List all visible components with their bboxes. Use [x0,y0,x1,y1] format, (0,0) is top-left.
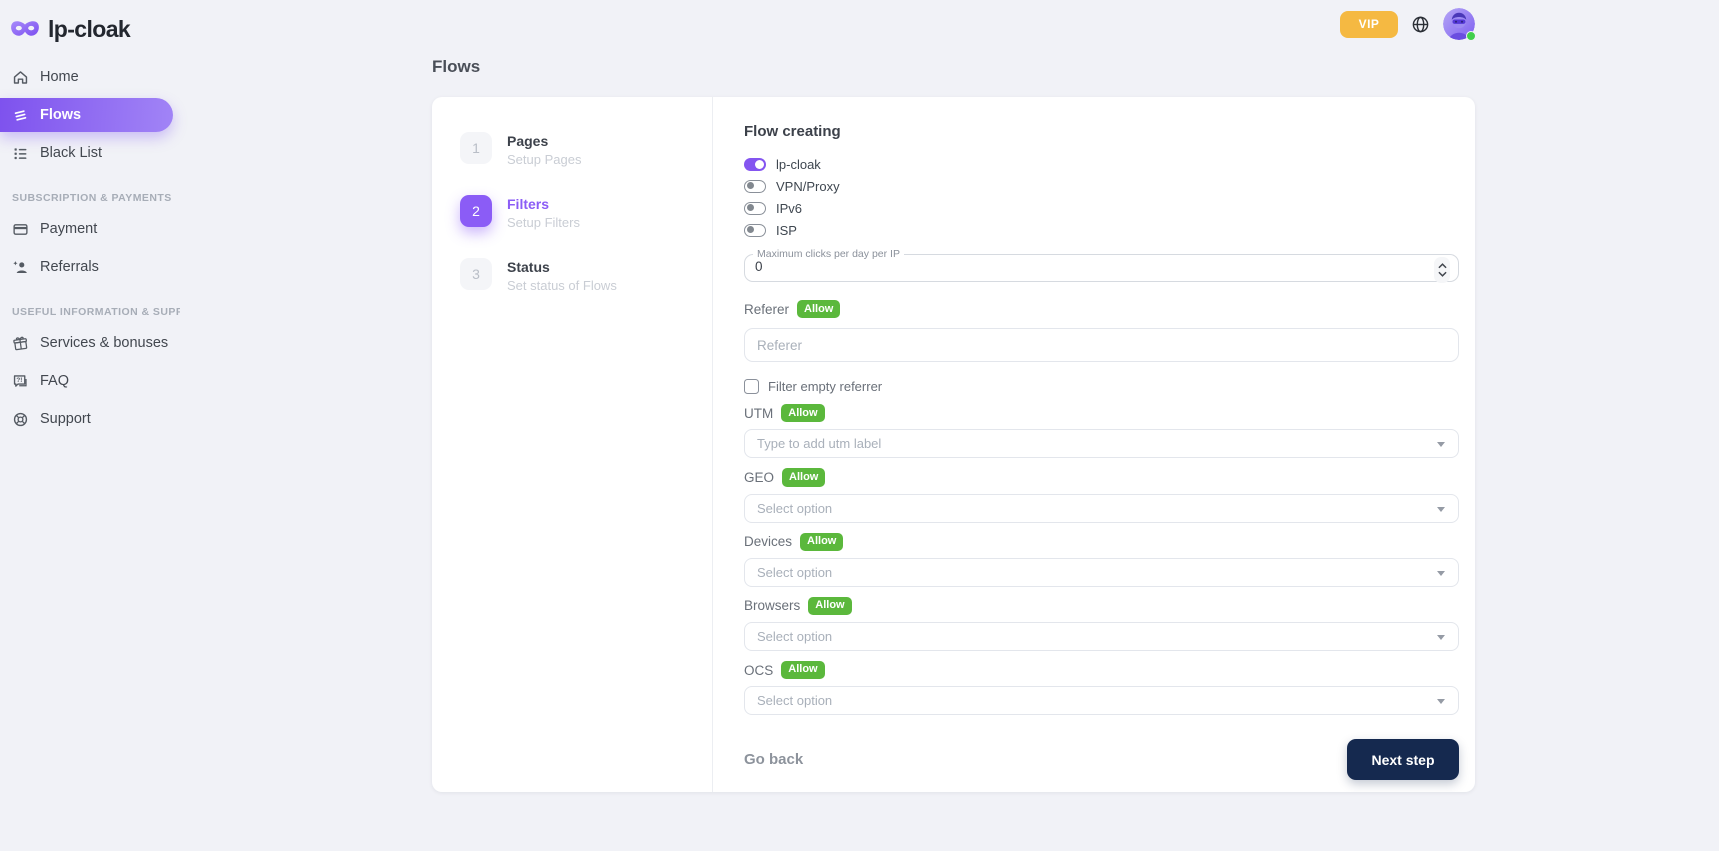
number-stepper[interactable] [1434,257,1450,283]
topbar: VIP [1340,8,1475,40]
person-add-icon [12,259,29,276]
mask-logo-icon [10,19,40,39]
sidebar-item-label: Referrals [40,259,99,275]
devices-allow-badge[interactable]: Allow [800,533,843,551]
dropdown-arrow-icon [1437,699,1445,704]
step-filters[interactable]: 2 Filters Setup Filters [460,195,692,230]
step-subtitle: Setup Filters [507,215,580,230]
sidebar-section-payments: SUBSCRIPTION & PAYMENTS [12,192,180,204]
toggle-label: ISP [776,223,797,238]
toggle-label: lp-cloak [776,157,821,172]
sidebar-item-faq[interactable]: ?! FAQ [0,364,190,398]
sidebar-item-payment[interactable]: Payment [0,212,190,246]
referer-input[interactable] [744,328,1459,362]
online-status-dot [1466,31,1476,41]
user-avatar[interactable] [1443,8,1475,40]
sidebar: lp-cloak Home Flows [0,0,190,440]
sidebar-item-black-list[interactable]: Black List [0,136,190,170]
lifebuoy-icon [12,411,29,428]
filter-empty-referrer-checkbox[interactable] [744,379,759,394]
sidebar-item-home[interactable]: Home [0,60,190,94]
step-subtitle: Set status of Flows [507,278,617,293]
language-globe-icon[interactable] [1411,15,1430,34]
ipv6-toggle[interactable] [744,202,766,215]
sidebar-item-label: Black List [40,145,102,161]
step-pages[interactable]: 1 Pages Setup Pages [460,132,692,167]
home-icon [12,69,29,86]
browsers-select[interactable]: Select option [744,622,1459,651]
sidebar-item-label: Support [40,411,91,427]
step-number: 1 [460,132,492,164]
sidebar-section-support: USEFUL INFORMATION & SUPPORT [12,306,180,318]
sidebar-item-label: Home [40,69,79,85]
dropdown-arrow-icon [1437,442,1445,447]
gift-icon [12,335,29,352]
list-icon [12,145,29,162]
max-clicks-input[interactable] [755,259,1379,274]
utm-label: UTM [744,406,773,421]
step-subtitle: Setup Pages [507,152,581,167]
vpn-proxy-toggle[interactable] [744,180,766,193]
step-status[interactable]: 3 Status Set status of Flows [460,258,692,293]
lp-cloak-toggle[interactable] [744,158,766,171]
steps-panel: 1 Pages Setup Pages 2 Filters Setup Filt… [432,97,713,792]
toggle-row-isp[interactable]: ISP [744,220,1459,240]
devices-label: Devices [744,534,792,549]
max-clicks-field: Maximum clicks per day per IP [744,248,1459,282]
toggle-label: VPN/Proxy [776,179,840,194]
dropdown-arrow-icon [1437,507,1445,512]
step-number: 3 [460,258,492,290]
toggle-row-ipv6[interactable]: IPv6 [744,198,1459,218]
dropdown-arrow-icon [1437,571,1445,576]
referer-label: Referer [744,302,789,317]
devices-select[interactable]: Select option [744,558,1459,587]
geo-label: GEO [744,470,774,485]
sidebar-item-referrals[interactable]: Referrals [0,250,190,284]
chevron-down-icon [1438,271,1447,277]
ocs-allow-badge[interactable]: Allow [781,661,824,679]
toggle-row-lp-cloak[interactable]: lp-cloak [744,154,1459,174]
geo-allow-badge[interactable]: Allow [782,468,825,486]
brand-logo[interactable]: lp-cloak [0,12,190,46]
referer-allow-badge[interactable]: Allow [797,300,840,318]
ocs-select[interactable]: Select option [744,686,1459,715]
sidebar-item-label: Payment [40,221,97,237]
geo-select[interactable]: Select option [744,494,1459,523]
toggle-row-vpn-proxy[interactable]: VPN/Proxy [744,176,1459,196]
page-title: Flows [432,57,480,77]
flow-creating-panel: Flow creating lp-cloak VPN/Proxy IPv6 IS… [713,97,1475,792]
dropdown-arrow-icon [1437,635,1445,640]
utm-allow-badge[interactable]: Allow [781,404,824,422]
step-number: 2 [460,195,492,227]
faq-bubble-icon: ?! [12,373,29,390]
flows-icon [12,107,29,124]
ocs-label: OCS [744,663,773,678]
toggle-label: IPv6 [776,201,802,216]
credit-card-icon [12,221,29,238]
step-title: Status [507,258,617,275]
browsers-allow-badge[interactable]: Allow [808,597,851,615]
vip-button[interactable]: VIP [1340,11,1398,38]
sidebar-item-label: FAQ [40,373,69,389]
flow-card: 1 Pages Setup Pages 2 Filters Setup Filt… [432,97,1475,792]
sidebar-item-flows[interactable]: Flows [0,98,173,132]
chevron-up-icon [1438,263,1447,269]
checkbox-label: Filter empty referrer [768,379,882,394]
sidebar-item-services-bonuses[interactable]: Services & bonuses [0,326,190,360]
browsers-label: Browsers [744,598,800,613]
sidebar-item-label: Flows [40,107,81,123]
utm-select[interactable]: Type to add utm label [744,429,1459,458]
step-title: Pages [507,132,581,149]
go-back-link[interactable]: Go back [744,751,803,768]
brand-name: lp-cloak [48,16,130,43]
isp-toggle[interactable] [744,224,766,237]
step-title: Filters [507,195,580,212]
next-step-button[interactable]: Next step [1347,739,1459,780]
sidebar-item-support[interactable]: Support [0,402,190,436]
form-title: Flow creating [744,123,1459,140]
filter-empty-referrer-row[interactable]: Filter empty referrer [744,378,1459,394]
sidebar-item-label: Services & bonuses [40,335,168,351]
svg-text:?!: ?! [16,377,22,384]
